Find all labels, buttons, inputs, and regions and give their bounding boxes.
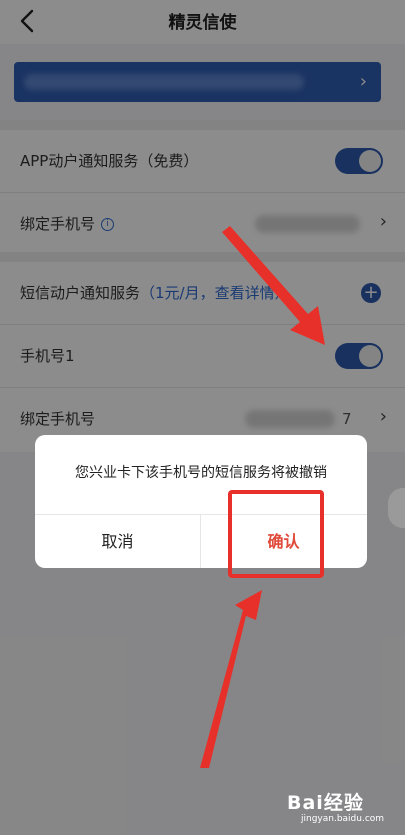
annotation-arrow-icon (222, 226, 325, 345)
annotation-arrows (200, 226, 325, 768)
screen: 精灵信使 › APP动户通知服务（免费） 绑定手机号 i › 短信动户通知服务（1… (0, 0, 405, 835)
baidu-watermark: Bai经验 jingyan.baidu.com (287, 788, 397, 828)
watermark-logo: Bai经验 (287, 792, 364, 814)
annotation-arrow-icon (200, 590, 262, 768)
watermark-url: jingyan.baidu.com (301, 814, 385, 824)
